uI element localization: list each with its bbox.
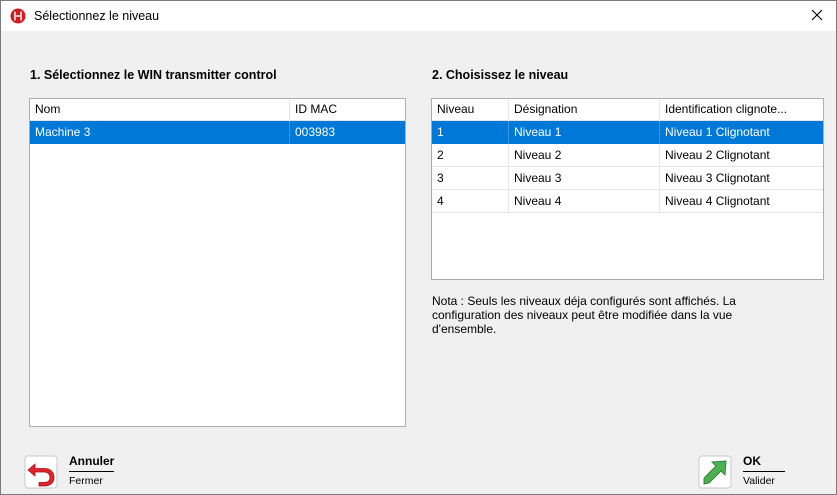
column-header-niveau[interactable]: Niveau xyxy=(432,99,509,121)
cancel-sublabel: Fermer xyxy=(69,475,103,487)
close-button[interactable] xyxy=(798,1,836,31)
hager-logo-icon xyxy=(10,8,26,24)
column-header-identification[interactable]: Identification clignote... xyxy=(660,99,823,121)
level-row[interactable]: 4 Niveau 4 Niveau 4 Clignotant xyxy=(432,190,823,213)
level-row[interactable]: 1 Niveau 1 Niveau 1 Clignotant xyxy=(432,121,823,144)
level-designation: Niveau 4 xyxy=(509,190,660,212)
window-title: Sélectionnez le niveau xyxy=(34,9,160,23)
level-number: 4 xyxy=(432,190,509,212)
level-row[interactable]: 2 Niveau 2 Niveau 2 Clignotant xyxy=(432,144,823,167)
title-bar: Sélectionnez le niveau xyxy=(1,1,836,31)
transmitter-name: Machine 3 xyxy=(30,121,290,143)
close-icon xyxy=(811,9,823,24)
transmitter-mac: 003983 xyxy=(295,125,336,139)
level-designation: Niveau 2 xyxy=(509,144,660,166)
level-identification: Niveau 4 Clignotant xyxy=(665,194,770,208)
column-header-id-mac[interactable]: ID MAC xyxy=(290,99,405,121)
level-identification: Niveau 1 Clignotant xyxy=(665,125,770,139)
level-number: 3 xyxy=(432,167,509,189)
level-identification: Niveau 3 Clignotant xyxy=(665,171,770,185)
column-header-designation[interactable]: Désignation xyxy=(509,99,660,121)
ok-label: OK xyxy=(743,454,785,472)
configuration-note: Nota : Seuls les niveaux déja configurés… xyxy=(432,294,736,336)
dialog-content: 1. Sélectionnez le WIN transmitter contr… xyxy=(1,31,836,444)
transmitter-section-title: 1. Sélectionnez le WIN transmitter contr… xyxy=(30,68,277,82)
ok-sublabel: Valider xyxy=(743,475,775,487)
level-row[interactable]: 3 Niveau 3 Niveau 3 Clignotant xyxy=(432,167,823,190)
level-designation: Niveau 1 xyxy=(509,121,660,143)
level-list-header: Niveau Désignation Identification cligno… xyxy=(432,99,823,121)
transmitter-list-header: Nom ID MAC xyxy=(30,99,405,121)
dialog-footer: Annuler Fermer OK Valider xyxy=(1,444,836,494)
ok-button[interactable]: OK Valider xyxy=(697,454,785,490)
level-list[interactable]: Niveau Désignation Identification cligno… xyxy=(431,98,824,280)
transmitter-list[interactable]: Nom ID MAC Machine 3 003983 xyxy=(29,98,406,427)
level-number: 1 xyxy=(432,121,509,143)
undo-arrow-icon xyxy=(23,454,59,490)
level-section-title: 2. Choisissez le niveau xyxy=(432,68,569,82)
level-designation: Niveau 3 xyxy=(509,167,660,189)
dialog-window: Sélectionnez le niveau 1. Sélectionnez l… xyxy=(0,0,837,495)
level-identification: Niveau 2 Clignotant xyxy=(665,148,770,162)
column-header-nom[interactable]: Nom xyxy=(30,99,290,121)
cancel-button[interactable]: Annuler Fermer xyxy=(23,454,115,490)
level-number: 2 xyxy=(432,144,509,166)
transmitter-row[interactable]: Machine 3 003983 xyxy=(30,121,405,144)
confirm-arrow-icon xyxy=(697,454,733,490)
cancel-label: Annuler xyxy=(69,454,115,472)
